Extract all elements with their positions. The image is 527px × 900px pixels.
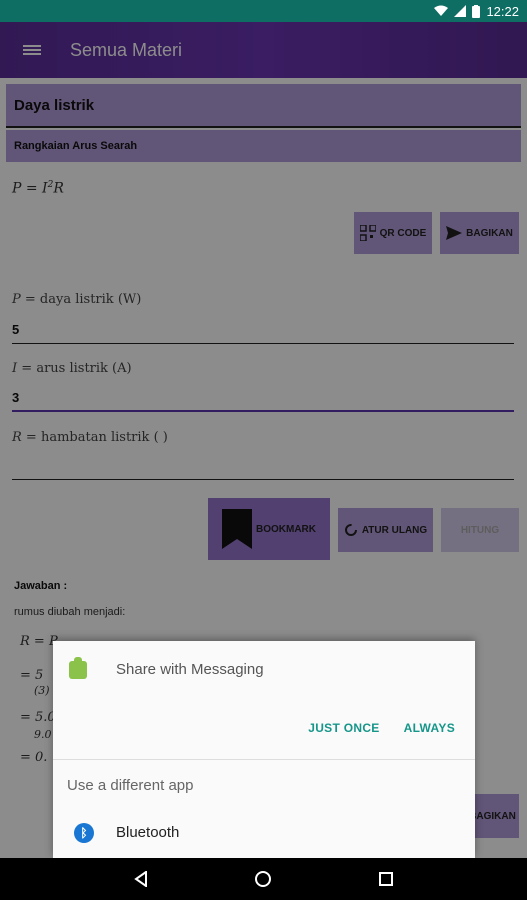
signal-icon xyxy=(454,5,467,17)
app-option-bluetooth[interactable]: ᛒ Bluetooth xyxy=(53,813,475,853)
share-sheet-title: Share with Messaging xyxy=(116,661,264,678)
home-button[interactable] xyxy=(243,859,283,899)
recents-button[interactable] xyxy=(366,859,406,899)
wifi-icon xyxy=(434,5,449,16)
status-time: 12:22 xyxy=(486,3,519,19)
status-bar: 12:22 xyxy=(0,0,527,22)
back-icon xyxy=(134,871,148,887)
sheet-divider xyxy=(53,759,475,760)
share-sheet-header: Share with Messaging xyxy=(53,641,475,699)
use-different-app-label: Use a different app xyxy=(67,777,194,794)
app-option-label: Bluetooth xyxy=(116,824,180,841)
navigation-bar xyxy=(0,858,527,900)
always-button[interactable]: ALWAYS xyxy=(404,721,455,735)
share-actions: JUST ONCE ALWAYS xyxy=(308,721,455,735)
just-once-button[interactable]: JUST ONCE xyxy=(308,721,379,735)
bluetooth-icon: ᛒ xyxy=(74,823,94,843)
back-button[interactable] xyxy=(121,859,161,899)
share-sheet: Share with Messaging JUST ONCE ALWAYS Us… xyxy=(53,641,475,858)
battery-icon xyxy=(472,4,481,18)
messaging-app-icon xyxy=(69,657,87,679)
recents-icon xyxy=(378,872,393,886)
home-icon xyxy=(255,871,272,887)
